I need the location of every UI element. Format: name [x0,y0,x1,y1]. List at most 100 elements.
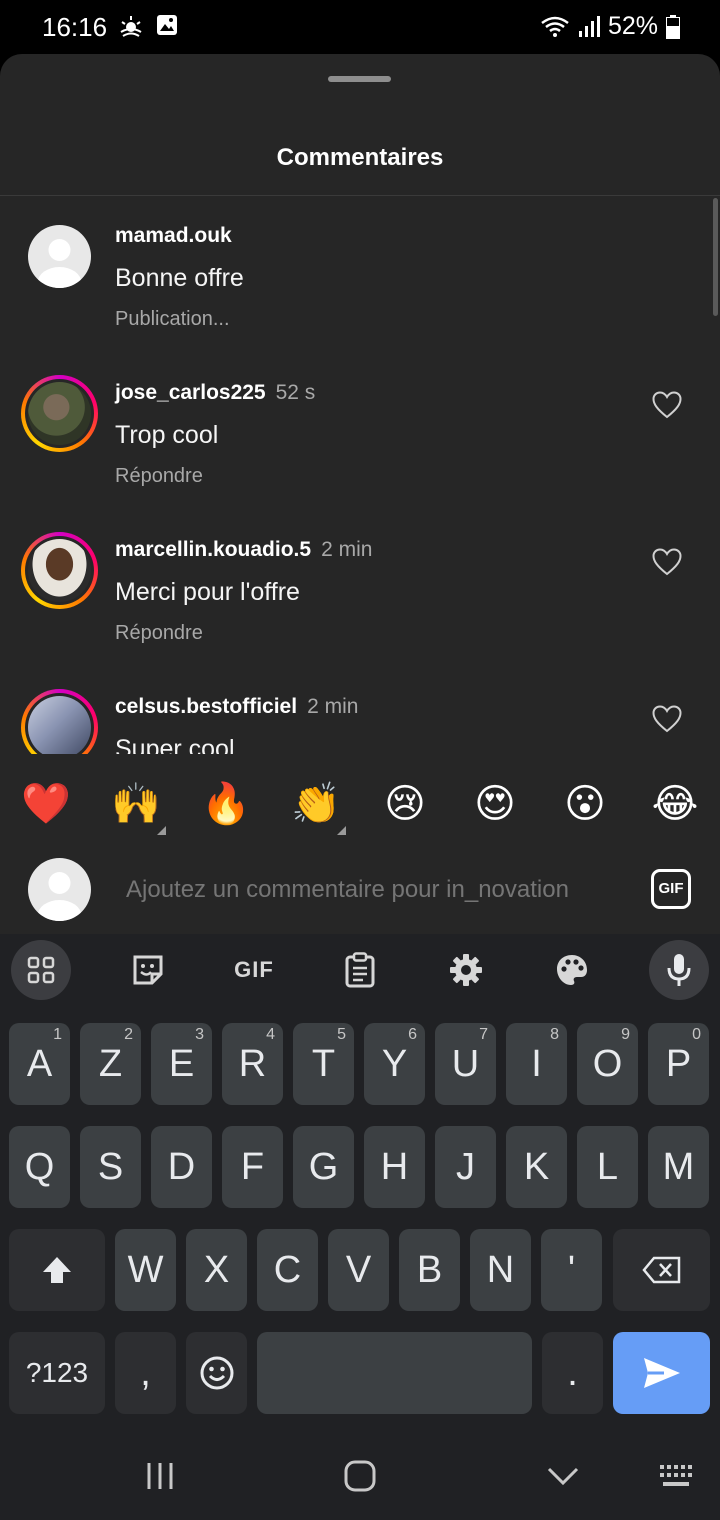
key-a[interactable]: A1 [9,1023,70,1105]
key-h[interactable]: H [364,1126,425,1208]
home-icon[interactable] [335,1456,385,1496]
sticker-icon[interactable] [118,940,178,1000]
key-l[interactable]: L [577,1126,638,1208]
emoji-key[interactable] [186,1332,247,1414]
key-y[interactable]: Y6 [364,1023,425,1105]
comment-item: mamad.ouk Bonne offre Publication... [0,196,720,346]
skin-tone-indicator [157,826,166,835]
comment-input[interactable] [126,872,624,908]
avatar-story-ring[interactable] [21,375,98,452]
clipboard-icon[interactable] [330,940,390,1000]
key-c[interactable]: C [257,1229,318,1311]
chevron-down-icon[interactable] [538,1456,588,1496]
shift-key[interactable] [9,1229,105,1311]
comment-composer: GIF [0,854,720,934]
comment-text: Bonne offre [115,264,244,292]
comment-time: 52 s [275,381,316,404]
navigation-bar [0,1434,720,1520]
emoji-heart[interactable]: ❤️ [21,780,71,828]
comment-username[interactable]: celsus.bestofficiel 2 min [115,695,358,719]
key-d[interactable]: D [151,1126,212,1208]
key-p[interactable]: P0 [648,1023,709,1105]
status-time: 16:16 [42,12,108,42]
key-m[interactable]: M [648,1126,709,1208]
space-key[interactable] [257,1332,532,1414]
scrollbar[interactable] [713,198,718,316]
comment-username[interactable]: marcellin.kouadio.5 2 min [115,538,372,562]
signal-icon [578,15,600,37]
key-v[interactable]: V [328,1229,389,1311]
recent-apps-icon[interactable] [135,1456,185,1496]
emoji-laughing[interactable]: 😂 [651,780,699,828]
avatar-story-ring[interactable] [21,532,98,609]
key-w[interactable]: W [115,1229,176,1311]
drag-handle[interactable] [328,76,391,82]
reply-link[interactable]: Répondre [115,622,203,645]
symbols-key[interactable]: ?123 [9,1332,105,1414]
key-e[interactable]: E3 [151,1023,212,1105]
microphone-icon[interactable] [649,940,709,1000]
heart-icon[interactable] [652,705,682,733]
comments-list[interactable]: mamad.ouk Bonne offre Publication... jos… [0,196,720,754]
comment-text: Merci pour l'offre [115,578,300,606]
key-o[interactable]: O9 [577,1023,638,1105]
emoji-clapping[interactable]: 👏 [291,780,341,828]
key-t[interactable]: T5 [293,1023,354,1105]
weather-icon [120,16,142,37]
key-q[interactable]: Q [9,1126,70,1208]
battery-percent: 52% [607,12,658,40]
key-u[interactable]: U7 [435,1023,496,1105]
key-s[interactable]: S [80,1126,141,1208]
emoji-raising-hands[interactable]: 🙌 [111,780,161,828]
comment-item: jose_carlos225 52 s Trop cool Répondre [0,353,720,503]
comment-item: celsus.bestofficiel 2 min Super cool [0,667,720,754]
battery-icon [666,14,680,39]
key-i[interactable]: I8 [506,1023,567,1105]
send-icon [643,1358,680,1388]
comment-text: Super cool [115,735,235,754]
key-k[interactable]: K [506,1126,567,1208]
gif-button[interactable]: GIF [651,869,691,909]
emoji-fire[interactable]: 🔥 [201,780,251,828]
key-j[interactable]: J [435,1126,496,1208]
heart-icon[interactable] [652,548,682,576]
key-n[interactable]: N [470,1229,531,1311]
backspace-key[interactable] [613,1229,710,1311]
heart-icon[interactable] [652,391,682,419]
comment-username[interactable]: mamad.ouk [115,224,232,248]
status-bar: 16:16 52% [0,0,720,54]
wifi-icon [541,16,569,37]
apps-grid-icon[interactable] [11,940,71,1000]
comma-key[interactable]: , [115,1332,176,1414]
sheet-title: Commentaires [276,144,444,171]
emoji-heart-eyes[interactable]: 😍 [471,780,519,828]
send-key[interactable] [613,1332,710,1414]
emoji-crying[interactable]: 😢 [381,780,429,828]
key-z[interactable]: Z2 [80,1023,141,1105]
key-x[interactable]: X [186,1229,247,1311]
key-f[interactable]: F [222,1126,283,1208]
avatar [28,858,91,921]
comment-username[interactable]: jose_carlos225 52 s [115,381,315,405]
period-key[interactable]: . [542,1332,603,1414]
emoji-surprised[interactable]: 😮 [561,780,609,828]
comment-status: Publication... [115,308,230,330]
avatar[interactable] [28,225,91,288]
key-apostrophe[interactable]: ' [541,1229,602,1311]
avatar [28,539,91,602]
skin-tone-indicator [337,826,346,835]
comment-time: 2 min [321,538,373,561]
settings-gear-icon[interactable] [436,940,496,1000]
key-g[interactable]: G [293,1126,354,1208]
key-r[interactable]: R4 [222,1023,283,1105]
avatar-story-ring[interactable] [21,689,98,754]
gif-key[interactable]: GIF [224,940,284,1000]
shift-icon [43,1257,71,1283]
keyboard-icon[interactable] [651,1456,701,1496]
palette-icon[interactable] [542,940,602,1000]
keyboard-toolbar: GIF [0,934,720,1014]
key-b[interactable]: B [399,1229,460,1311]
emoji-bar: ❤️ 🙌 🔥 👏 😢 😍 😮 😂 [0,754,720,844]
backspace-icon [641,1256,680,1284]
reply-link[interactable]: Répondre [115,465,203,488]
